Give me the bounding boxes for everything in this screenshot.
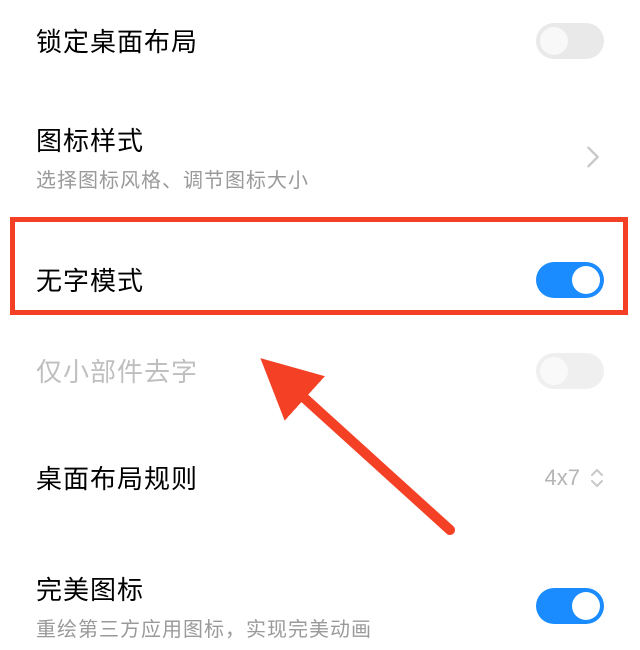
row-lock-layout[interactable]: 锁定桌面布局 — [0, 0, 640, 81]
layout-rule-value-control[interactable]: 4x7 — [545, 465, 604, 491]
icon-style-title: 图标样式 — [36, 121, 309, 158]
layout-rule-value: 4x7 — [545, 465, 580, 491]
switch-knob — [572, 592, 600, 620]
textless-mode-switch[interactable] — [536, 262, 604, 298]
chevron-right-icon — [586, 145, 600, 169]
perfect-icon-switch[interactable] — [536, 588, 604, 624]
row-text: 完美图标 重绘第三方应用图标，实现完美动画 — [36, 570, 372, 642]
row-text: 图标样式 选择图标风格、调节图标大小 — [36, 121, 309, 193]
perfect-icon-subtitle: 重绘第三方应用图标，实现完美动画 — [36, 613, 372, 642]
lock-layout-switch[interactable] — [536, 23, 604, 59]
stepper-icon — [590, 468, 604, 488]
row-text: 锁定桌面布局 — [36, 22, 198, 59]
textless-mode-title: 无字模式 — [36, 261, 144, 298]
row-textless-mode[interactable]: 无字模式 — [0, 231, 640, 328]
row-text: 桌面布局规则 — [36, 459, 198, 496]
row-layout-rule[interactable]: 桌面布局规则 4x7 — [0, 437, 640, 518]
widget-textless-switch — [536, 353, 604, 389]
switch-knob — [540, 27, 568, 55]
switch-knob — [572, 266, 600, 294]
row-text: 仅小部件去字 — [36, 352, 198, 389]
icon-style-subtitle: 选择图标风格、调节图标大小 — [36, 164, 309, 193]
row-perfect-icon[interactable]: 完美图标 重绘第三方应用图标，实现完美动画 — [0, 548, 640, 650]
lock-layout-title: 锁定桌面布局 — [36, 22, 198, 59]
row-icon-style[interactable]: 图标样式 选择图标风格、调节图标大小 — [0, 99, 640, 215]
layout-rule-title: 桌面布局规则 — [36, 459, 198, 496]
settings-list: 锁定桌面布局 图标样式 选择图标风格、调节图标大小 无字模式 仅小部件去字 — [0, 0, 640, 650]
row-text: 无字模式 — [36, 261, 144, 298]
row-widget-textless: 仅小部件去字 — [0, 334, 640, 407]
perfect-icon-title: 完美图标 — [36, 570, 372, 607]
widget-textless-title: 仅小部件去字 — [36, 352, 198, 389]
switch-knob — [540, 357, 568, 385]
